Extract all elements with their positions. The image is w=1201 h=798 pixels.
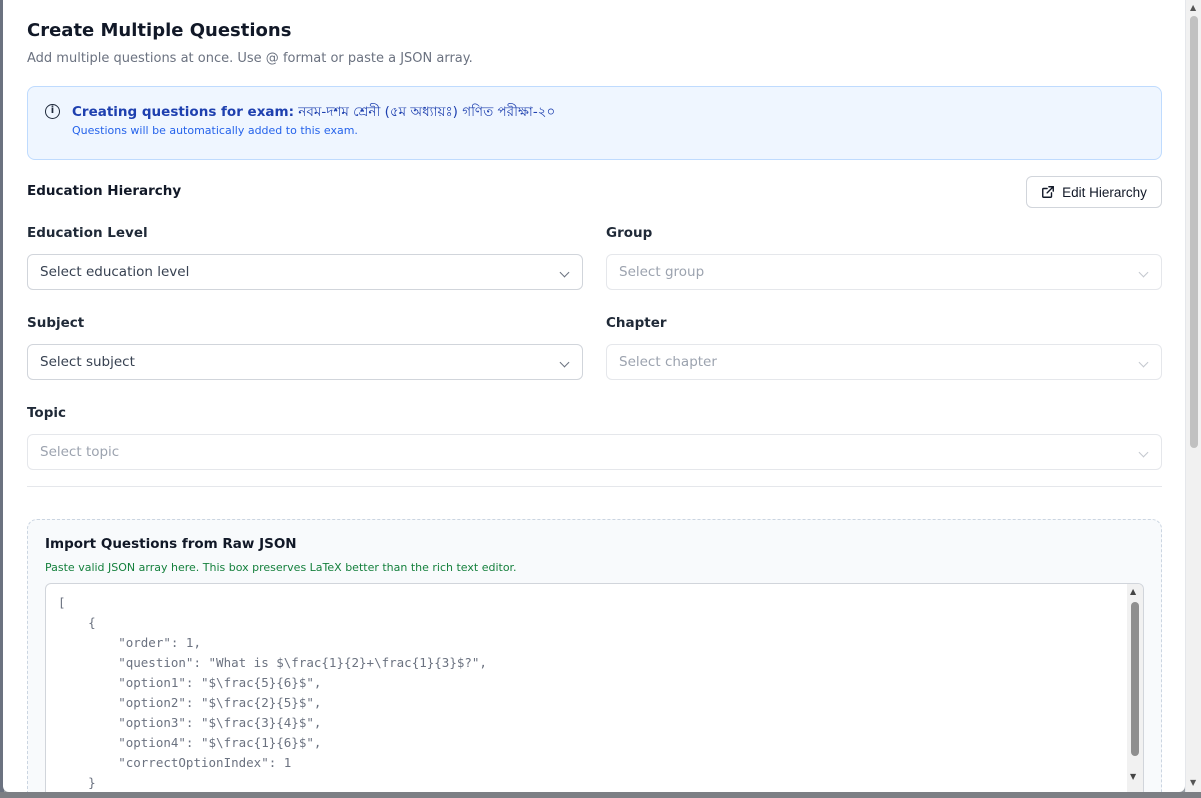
scroll-up-icon[interactable]: ▲ bbox=[1130, 587, 1136, 596]
edit-hierarchy-label: Edit Hierarchy bbox=[1062, 184, 1147, 200]
chevron-down-icon bbox=[1138, 267, 1149, 278]
scroll-down-icon[interactable]: ▼ bbox=[1190, 778, 1196, 787]
education-level-select[interactable]: Select education level bbox=[27, 254, 583, 290]
json-textarea[interactable]: [ { "order": 1, "question": "What is $\f… bbox=[45, 583, 1144, 792]
exam-info-label: Creating questions for exam: bbox=[72, 104, 294, 120]
window-bottom-edge bbox=[0, 792, 1201, 798]
page-scroll-thumb[interactable] bbox=[1190, 16, 1198, 448]
education-level-label: Education Level bbox=[27, 225, 148, 241]
page-scrollbar[interactable]: ▲ ▼ bbox=[1185, 0, 1201, 798]
subject-label: Subject bbox=[27, 315, 85, 331]
external-link-icon bbox=[1042, 186, 1055, 198]
exam-info-banner: i Creating questions for exam: নবম-দশম শ… bbox=[27, 86, 1162, 160]
chevron-down-icon bbox=[1138, 447, 1149, 458]
chevron-down-icon bbox=[1138, 357, 1149, 368]
info-icon: i bbox=[45, 104, 60, 119]
chapter-label: Chapter bbox=[606, 315, 667, 331]
import-help-text: Paste valid JSON array here. This box pr… bbox=[45, 561, 517, 574]
import-title: Import Questions from Raw JSON bbox=[45, 536, 297, 552]
group-label: Group bbox=[606, 225, 653, 241]
group-placeholder: Select group bbox=[619, 264, 705, 280]
topic-select[interactable]: Select topic bbox=[27, 434, 1162, 470]
json-content: [ { "order": 1, "question": "What is $\f… bbox=[58, 595, 487, 790]
textarea-scrollbar[interactable]: ▲ ▼ bbox=[1127, 584, 1143, 792]
json-import-section: Import Questions from Raw JSON Paste val… bbox=[27, 519, 1162, 792]
topic-placeholder: Select topic bbox=[40, 444, 120, 460]
chevron-down-icon bbox=[559, 267, 570, 278]
textarea-scroll-thumb[interactable] bbox=[1131, 602, 1139, 756]
education-level-placeholder: Select education level bbox=[40, 264, 190, 280]
section-divider bbox=[27, 486, 1162, 487]
create-questions-modal: Create Multiple Questions Add multiple q… bbox=[3, 0, 1185, 792]
hierarchy-heading: Education Hierarchy bbox=[27, 183, 182, 199]
exam-info-note: Questions will be automatically added to… bbox=[72, 124, 358, 137]
scroll-down-icon[interactable]: ▼ bbox=[1130, 772, 1136, 781]
modal-title: Create Multiple Questions bbox=[27, 20, 292, 41]
group-select[interactable]: Select group bbox=[606, 254, 1162, 290]
chapter-select[interactable]: Select chapter bbox=[606, 344, 1162, 380]
exam-name: নবম-দশম শ্রেনী (৫ম অধ্যায়ঃ) গণিত পরীক্ষ… bbox=[298, 104, 556, 120]
chapter-placeholder: Select chapter bbox=[619, 354, 717, 370]
edit-hierarchy-button[interactable]: Edit Hierarchy bbox=[1026, 176, 1162, 208]
modal-subtitle: Add multiple questions at once. Use @ fo… bbox=[27, 51, 473, 66]
exam-info-line: Creating questions for exam: নবম-দশম শ্র… bbox=[72, 101, 555, 124]
subject-select[interactable]: Select subject bbox=[27, 344, 583, 380]
chevron-down-icon bbox=[559, 357, 570, 368]
topic-label: Topic bbox=[27, 405, 66, 421]
subject-placeholder: Select subject bbox=[40, 354, 135, 370]
scroll-up-icon[interactable]: ▲ bbox=[1190, 3, 1196, 12]
